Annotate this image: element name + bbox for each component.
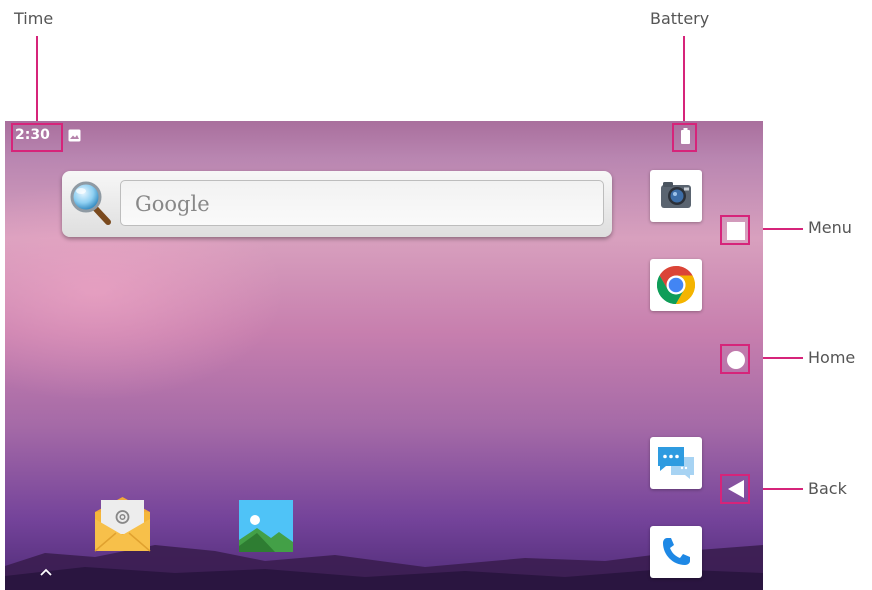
battery-callout-label: Battery — [650, 9, 710, 28]
camera-icon — [661, 182, 691, 208]
gallery-app[interactable] — [239, 500, 293, 552]
back-highlight-box — [720, 474, 750, 504]
phone-icon — [663, 538, 690, 565]
chevron-up-icon[interactable] — [39, 567, 53, 577]
back-callout-label: Back — [808, 479, 847, 498]
email-icon — [94, 497, 151, 552]
chrome-app[interactable] — [650, 259, 702, 311]
email-app[interactable] — [92, 495, 152, 553]
magnifier-icon[interactable] — [68, 179, 114, 227]
phone-app[interactable] — [650, 526, 702, 578]
messages-app[interactable] — [650, 437, 702, 489]
camera-app[interactable] — [650, 170, 702, 222]
status-bar: 2:30 — [5, 121, 763, 149]
messages-icon — [658, 447, 694, 479]
battery-callout-line — [683, 36, 685, 124]
google-search-widget[interactable]: Google — [62, 171, 612, 237]
time-callout-line — [36, 36, 38, 124]
search-placeholder: Google — [135, 192, 210, 216]
menu-highlight-box — [720, 215, 750, 245]
chrome-icon — [657, 266, 695, 304]
search-input[interactable]: Google — [120, 180, 604, 226]
time-highlight-box — [11, 123, 63, 152]
menu-callout-label: Menu — [808, 218, 852, 237]
time-callout-label: Time — [14, 9, 54, 28]
battery-highlight-box — [672, 123, 697, 152]
image-icon — [68, 129, 81, 142]
home-screen: 2:30 Google — [5, 121, 763, 590]
gallery-icon — [239, 500, 293, 552]
home-callout-label: Home — [808, 348, 856, 367]
home-highlight-box — [720, 344, 750, 374]
